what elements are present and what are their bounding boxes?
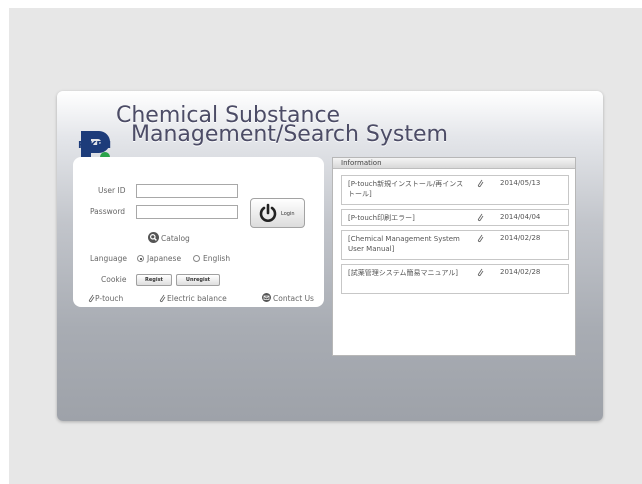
login-label: Login [281,211,295,217]
info-item-date: 2014/04/04 [500,213,541,221]
search-icon[interactable] [148,232,159,243]
language-english-label: English [203,254,231,263]
paperclip-icon [477,179,484,188]
language-label: Language [90,254,128,263]
paperclip-icon [477,213,484,222]
info-item-date: 2014/02/28 [500,234,541,242]
info-item-date: 2014/02/28 [500,268,541,276]
power-icon [259,203,277,222]
language-japanese-label: Japanese [147,254,182,263]
ptouch-link[interactable]: P-touch [95,294,123,303]
paperclip-icon [477,268,484,277]
info-item-title[interactable]: [Chemical Management System User Manual] [348,234,466,254]
info-item-title[interactable]: [試薬管理システム簡易マニュアル] [348,268,466,278]
regist-button[interactable]: Regist [136,274,172,286]
paperclip-icon [88,294,95,303]
password-label: Password [90,207,126,216]
logo-text: RIKEN [78,140,111,151]
language-english-radio[interactable] [193,255,200,262]
info-item-date: 2014/05/13 [500,179,541,187]
info-item[interactable]: [P-touch新規インストール/再インストール] 2014/05/13 [341,175,569,205]
info-item[interactable]: [P-touch印刷エラー] 2014/04/04 [341,209,569,226]
user-id-label: User ID [98,186,126,195]
info-item[interactable]: [試薬管理システム簡易マニュアル] 2014/02/28 [341,264,569,294]
info-item-title[interactable]: [P-touch新規インストール/再インストール] [348,179,466,199]
language-japanese-radio[interactable] [137,255,144,262]
information-header: Information [333,158,575,169]
login-button[interactable]: Login [250,198,305,228]
mail-icon [262,293,271,302]
info-item[interactable]: [Chemical Management System User Manual]… [341,230,569,260]
paperclip-icon [477,234,484,243]
user-id-input[interactable] [136,184,238,198]
unregist-button[interactable]: Unregist [176,274,220,286]
catalog-link[interactable]: Catalog [161,234,190,243]
paperclip-icon [159,294,166,303]
info-item-title[interactable]: [P-touch印刷エラー] [348,213,466,223]
electric-balance-link[interactable]: Electric balance [167,294,227,303]
page-title-line2: Management/Search System [131,122,448,147]
information-panel: Information [P-touch新規インストール/再インストール] 20… [332,157,576,356]
contact-us-link[interactable]: Contact Us [273,294,314,303]
cookie-label: Cookie [101,275,127,284]
password-input[interactable] [136,205,238,219]
